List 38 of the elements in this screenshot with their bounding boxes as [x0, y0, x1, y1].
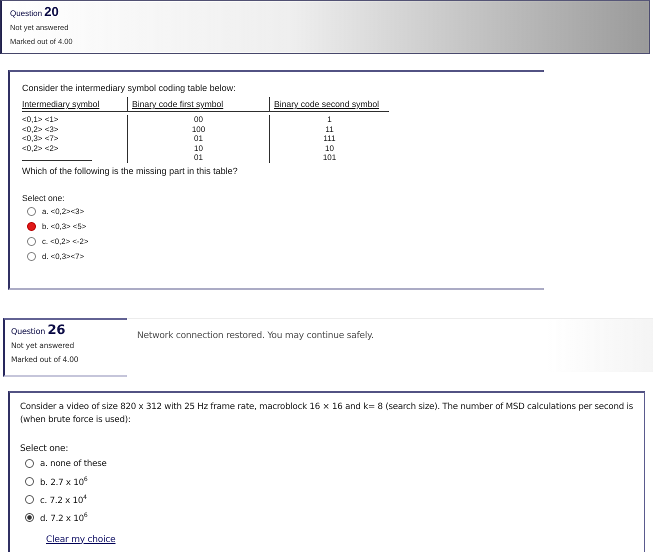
table-cell-text: <0,3> <7> — [22, 134, 60, 144]
radio-button[interactable] — [25, 495, 34, 504]
clear-choice-link[interactable]: Clear my choice — [46, 534, 116, 544]
select-label: Select one: — [20, 442, 70, 454]
question-number: Question 26 — [11, 324, 66, 338]
table-header: Binary code second symbol — [269, 97, 389, 112]
table-cell: 111 — [269, 134, 389, 144]
option-label[interactable]: d. 7.2 x 10$^{6}$ — [40, 512, 88, 524]
table-cell: 100 — [127, 124, 269, 134]
table-cell: 01 — [127, 153, 269, 162]
radio-button[interactable] — [25, 513, 34, 522]
table-cell-text: <0,2> <3> — [22, 124, 60, 134]
table-cell: 11 — [269, 124, 389, 134]
select-label: Select one: — [22, 192, 66, 204]
radio-button[interactable] — [27, 252, 36, 260]
table-cell: 101 — [269, 153, 389, 162]
table-cell: 10 — [127, 144, 269, 153]
radio-button[interactable] — [27, 222, 36, 230]
table-cell-text: <0,2> <2> — [22, 144, 60, 153]
table-header: Binary code first symbol — [127, 97, 269, 112]
table-cell-text: <0,1> <1> — [22, 115, 60, 124]
radio-button[interactable] — [25, 459, 34, 468]
radio-button[interactable] — [27, 206, 36, 216]
radio-button[interactable] — [25, 477, 34, 486]
question-intro: Consider the intermediary symbol coding table below: — [22, 82, 237, 95]
table-cell: 00 — [127, 115, 269, 124]
radio-button[interactable] — [27, 236, 36, 246]
table-cell: 01 — [127, 134, 269, 144]
table-cell: 1 — [269, 115, 389, 124]
option-label[interactable]: c. 7.2 x 10$^{4}$ — [40, 494, 87, 506]
table-header: Intermediary symbol — [22, 97, 127, 112]
question-number: Question 20 — [10, 5, 60, 21]
connection-notice: Network connection restored. You may continue safely. — [127, 318, 653, 372]
option-label[interactable]: a. none of these — [40, 458, 107, 468]
option-label[interactable]: b. 2.7 x 10$^{6}$ — [40, 476, 88, 488]
question-text: Consider a video of size 820 x 312 with 25 Hz frame rate, macroblock 16 × 16 and k= 8 (search size). The number of MSD calculations per second is (when brute force is used): — [20, 400, 634, 426]
table-cell: 10 — [269, 144, 389, 153]
question-text: Which of the following is the missing part in this table? — [22, 164, 239, 178]
